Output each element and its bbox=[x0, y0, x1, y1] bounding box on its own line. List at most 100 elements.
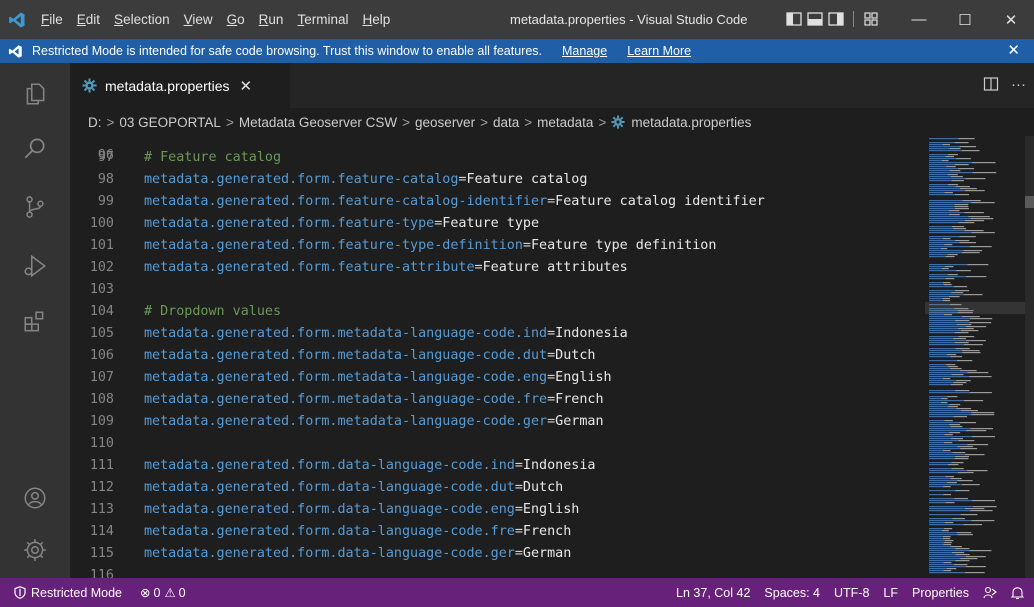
restricted-mode-label: Restricted Mode bbox=[31, 585, 123, 600]
toggle-primary-sidebar-icon[interactable] bbox=[786, 11, 802, 27]
breadcrumb-item[interactable]: metadata bbox=[537, 115, 593, 130]
minimap-line bbox=[951, 226, 965, 228]
minimap-line bbox=[929, 402, 941, 404]
menu-item[interactable]: Edit bbox=[70, 12, 107, 27]
minimap-line bbox=[971, 436, 996, 438]
minimap-line bbox=[929, 536, 943, 538]
accounts-icon[interactable] bbox=[20, 483, 50, 513]
cursor-position[interactable]: Ln 37, Col 42 bbox=[676, 586, 750, 600]
minimap-line bbox=[947, 174, 958, 176]
menu-item[interactable]: Selection bbox=[107, 12, 177, 27]
partial-line: 96 bbox=[70, 136, 114, 163]
menu-item[interactable]: Run bbox=[252, 12, 291, 27]
minimap-line bbox=[929, 214, 949, 216]
menu-item[interactable]: View bbox=[177, 12, 220, 27]
equals-sign: = bbox=[547, 194, 556, 209]
property-key: metadata.generated.form.data-language-co… bbox=[144, 524, 515, 539]
menu-item[interactable]: Help bbox=[355, 12, 397, 27]
minimap-line bbox=[929, 326, 966, 328]
banner-close-button[interactable]: ✕ bbox=[1007, 41, 1020, 59]
end-of-line[interactable]: LF bbox=[883, 586, 898, 600]
minimap-line bbox=[929, 438, 952, 440]
breadcrumb-separator: > bbox=[106, 114, 115, 130]
minimap-line bbox=[929, 490, 956, 492]
breadcrumb-item[interactable]: geoserver bbox=[415, 115, 475, 130]
line-number: 98 bbox=[97, 172, 114, 187]
minimap-line bbox=[929, 204, 955, 206]
shield-icon bbox=[14, 586, 26, 599]
scrollbar-thumb[interactable] bbox=[1025, 196, 1034, 208]
explorer-icon[interactable] bbox=[20, 79, 50, 109]
language-mode[interactable]: Properties bbox=[912, 586, 969, 600]
indentation[interactable]: Spaces: 4 bbox=[764, 586, 820, 600]
code-editor[interactable]: 96 97 # Feature catalog 98 metadata.generat… bbox=[70, 136, 925, 578]
minimap-line bbox=[965, 340, 986, 342]
more-actions-icon[interactable]: ··· bbox=[1011, 76, 1026, 93]
notifications-bell-icon[interactable] bbox=[1011, 586, 1024, 600]
close-window-button[interactable]: ✕ bbox=[988, 0, 1034, 39]
code-line: 97 # Feature catalog bbox=[70, 147, 925, 169]
editor-tabs: metadata.properties ✕ ··· bbox=[70, 63, 1034, 108]
minimap-line bbox=[929, 556, 966, 558]
minimap-line bbox=[929, 240, 956, 242]
minimap-line bbox=[944, 244, 953, 246]
line-content: metadata.generated.form.metadata-languag… bbox=[144, 389, 604, 411]
minimap-line bbox=[929, 176, 951, 178]
minimap-line bbox=[929, 276, 967, 278]
menu-item[interactable]: Go bbox=[220, 12, 252, 27]
learn-more-link[interactable]: Learn More bbox=[627, 44, 691, 58]
toggle-panel-icon[interactable] bbox=[807, 11, 823, 27]
minimap-line bbox=[929, 546, 951, 548]
breadcrumb-item[interactable]: 03 GEOPORTAL bbox=[119, 115, 221, 130]
equals-sign: = bbox=[547, 392, 556, 407]
customize-layout-icon[interactable] bbox=[863, 11, 879, 27]
minimap-line bbox=[956, 324, 972, 326]
minimap-line bbox=[929, 248, 941, 250]
minimap-line bbox=[951, 180, 964, 182]
breadcrumb-file[interactable]: metadata.properties bbox=[631, 115, 751, 130]
minimap-line bbox=[929, 150, 962, 152]
manage-gear-icon[interactable] bbox=[20, 535, 50, 565]
breadcrumb-item[interactable]: data bbox=[493, 115, 519, 130]
problems-indicator[interactable]: ⊗ 0 ⚠ 0 bbox=[140, 578, 186, 607]
minimap-line bbox=[929, 468, 952, 470]
equals-sign: = bbox=[547, 326, 556, 341]
source-control-icon[interactable] bbox=[20, 192, 50, 222]
code-line: 101 metadata.generated.form.feature-type-… bbox=[70, 235, 925, 257]
minimize-button[interactable]: — bbox=[896, 0, 942, 39]
equals-sign: = bbox=[514, 480, 523, 495]
manage-link[interactable]: Manage bbox=[562, 44, 607, 58]
menu-item[interactable]: File bbox=[34, 12, 70, 27]
restricted-mode-indicator[interactable]: Restricted Mode bbox=[0, 578, 131, 607]
minimap-line bbox=[929, 202, 972, 204]
run-and-debug-icon[interactable] bbox=[20, 251, 50, 281]
code-line: 105 metadata.generated.form.metadata-lang… bbox=[70, 323, 925, 345]
minimap-line bbox=[942, 282, 951, 284]
maximize-button[interactable]: ☐ bbox=[942, 0, 988, 39]
tab-metadata-properties[interactable]: metadata.properties ✕ bbox=[70, 63, 290, 108]
window-title: metadata.properties - Visual Studio Code bbox=[510, 12, 748, 27]
toggle-secondary-sidebar-icon[interactable] bbox=[828, 11, 844, 27]
split-editor-icon[interactable] bbox=[983, 76, 999, 92]
vertical-scrollbar[interactable] bbox=[1025, 136, 1034, 578]
tab-close-button[interactable]: ✕ bbox=[240, 77, 253, 95]
extensions-icon[interactable] bbox=[20, 307, 50, 337]
breadcrumb-item[interactable]: Metadata Geoserver CSW bbox=[239, 115, 397, 130]
feedback-icon[interactable] bbox=[983, 586, 997, 600]
property-value: German bbox=[522, 546, 572, 561]
property-value: Dutch bbox=[555, 348, 596, 363]
minimap-viewport-slider[interactable] bbox=[925, 302, 1025, 314]
minimap-line bbox=[946, 354, 957, 356]
minimap-line bbox=[929, 392, 970, 394]
breadcrumb-item[interactable]: D: bbox=[88, 115, 102, 130]
minimap-line bbox=[949, 404, 961, 406]
minimap-line bbox=[929, 366, 948, 368]
minimap-line bbox=[963, 344, 983, 346]
encoding[interactable]: UTF-8 bbox=[834, 586, 869, 600]
menu-item[interactable]: Terminal bbox=[290, 12, 355, 27]
search-icon[interactable] bbox=[20, 133, 50, 163]
minimap-line bbox=[929, 518, 953, 520]
line-content: metadata.generated.form.feature-type-def… bbox=[144, 235, 716, 257]
minimap[interactable] bbox=[925, 136, 1025, 578]
property-key: metadata.generated.form.feature-attribut… bbox=[144, 260, 475, 275]
